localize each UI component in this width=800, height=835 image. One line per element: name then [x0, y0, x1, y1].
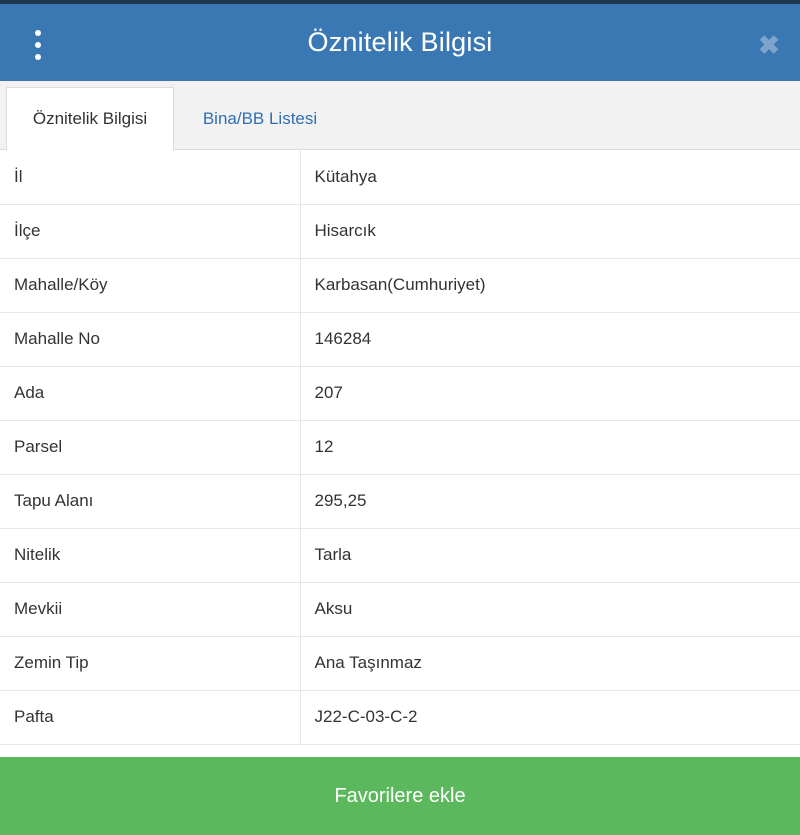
table-row: Ada 207 [0, 366, 800, 421]
tab-oznitelik-bilgisi[interactable]: Öznitelik Bilgisi [6, 87, 174, 151]
attribute-key: Parsel [0, 420, 301, 475]
attribute-table: İl Kütahya İlçe Hisarcık Mahalle/Köy Kar… [0, 150, 800, 745]
attribute-value: Hisarcık [300, 204, 800, 259]
attribute-key: Tapu Alanı [0, 474, 301, 529]
vertical-dots-icon[interactable] [26, 30, 50, 60]
close-icon[interactable]: ✖ [754, 30, 784, 60]
table-row: Mevkii Aksu [0, 582, 800, 637]
attribute-key: Nitelik [0, 528, 301, 583]
table-row: İl Kütahya [0, 150, 800, 205]
attribute-value: Karbasan(Cumhuriyet) [300, 258, 800, 313]
attribute-key: Pafta [0, 690, 301, 745]
table-row: Nitelik Tarla [0, 528, 800, 583]
attribute-value: Aksu [300, 582, 800, 637]
attribute-key: Mahalle No [0, 312, 301, 367]
tab-bina-bb-listesi[interactable]: Bina/BB Listesi [178, 87, 342, 150]
attribute-key: İlçe [0, 204, 301, 259]
attribute-value: J22-C-03-C-2 [300, 690, 800, 745]
attribute-value: 295,25 [300, 474, 800, 529]
table-row: Zemin Tip Ana Taşınmaz [0, 636, 800, 691]
attribute-value: 12 [300, 420, 800, 475]
attribute-value: Tarla [300, 528, 800, 583]
table-row: Mahalle No 146284 [0, 312, 800, 367]
panel-title: Öznitelik Bilgisi [307, 27, 493, 57]
table-row: Parsel 12 [0, 420, 800, 475]
table-row: Pafta J22-C-03-C-2 [0, 690, 800, 745]
attribute-value: 207 [300, 366, 800, 421]
panel-header: Öznitelik Bilgisi ✖ [0, 4, 800, 81]
table-row: İlçe Hisarcık [0, 204, 800, 259]
attribute-key: İl [0, 150, 301, 205]
attribute-value: 146284 [300, 312, 800, 367]
attribute-value: Kütahya [300, 150, 800, 205]
attribute-key: Ada [0, 366, 301, 421]
attribute-value: Ana Taşınmaz [300, 636, 800, 691]
attribute-key: Mahalle/Köy [0, 258, 301, 313]
attribute-key: Mevkii [0, 582, 301, 637]
tab-bar: Öznitelik Bilgisi Bina/BB Listesi [0, 81, 800, 151]
attribute-key: Zemin Tip [0, 636, 301, 691]
table-row: Mahalle/Köy Karbasan(Cumhuriyet) [0, 258, 800, 313]
table-row: Tapu Alanı 295,25 [0, 474, 800, 529]
add-to-favorites-button[interactable]: Favorilere ekle [0, 757, 800, 835]
